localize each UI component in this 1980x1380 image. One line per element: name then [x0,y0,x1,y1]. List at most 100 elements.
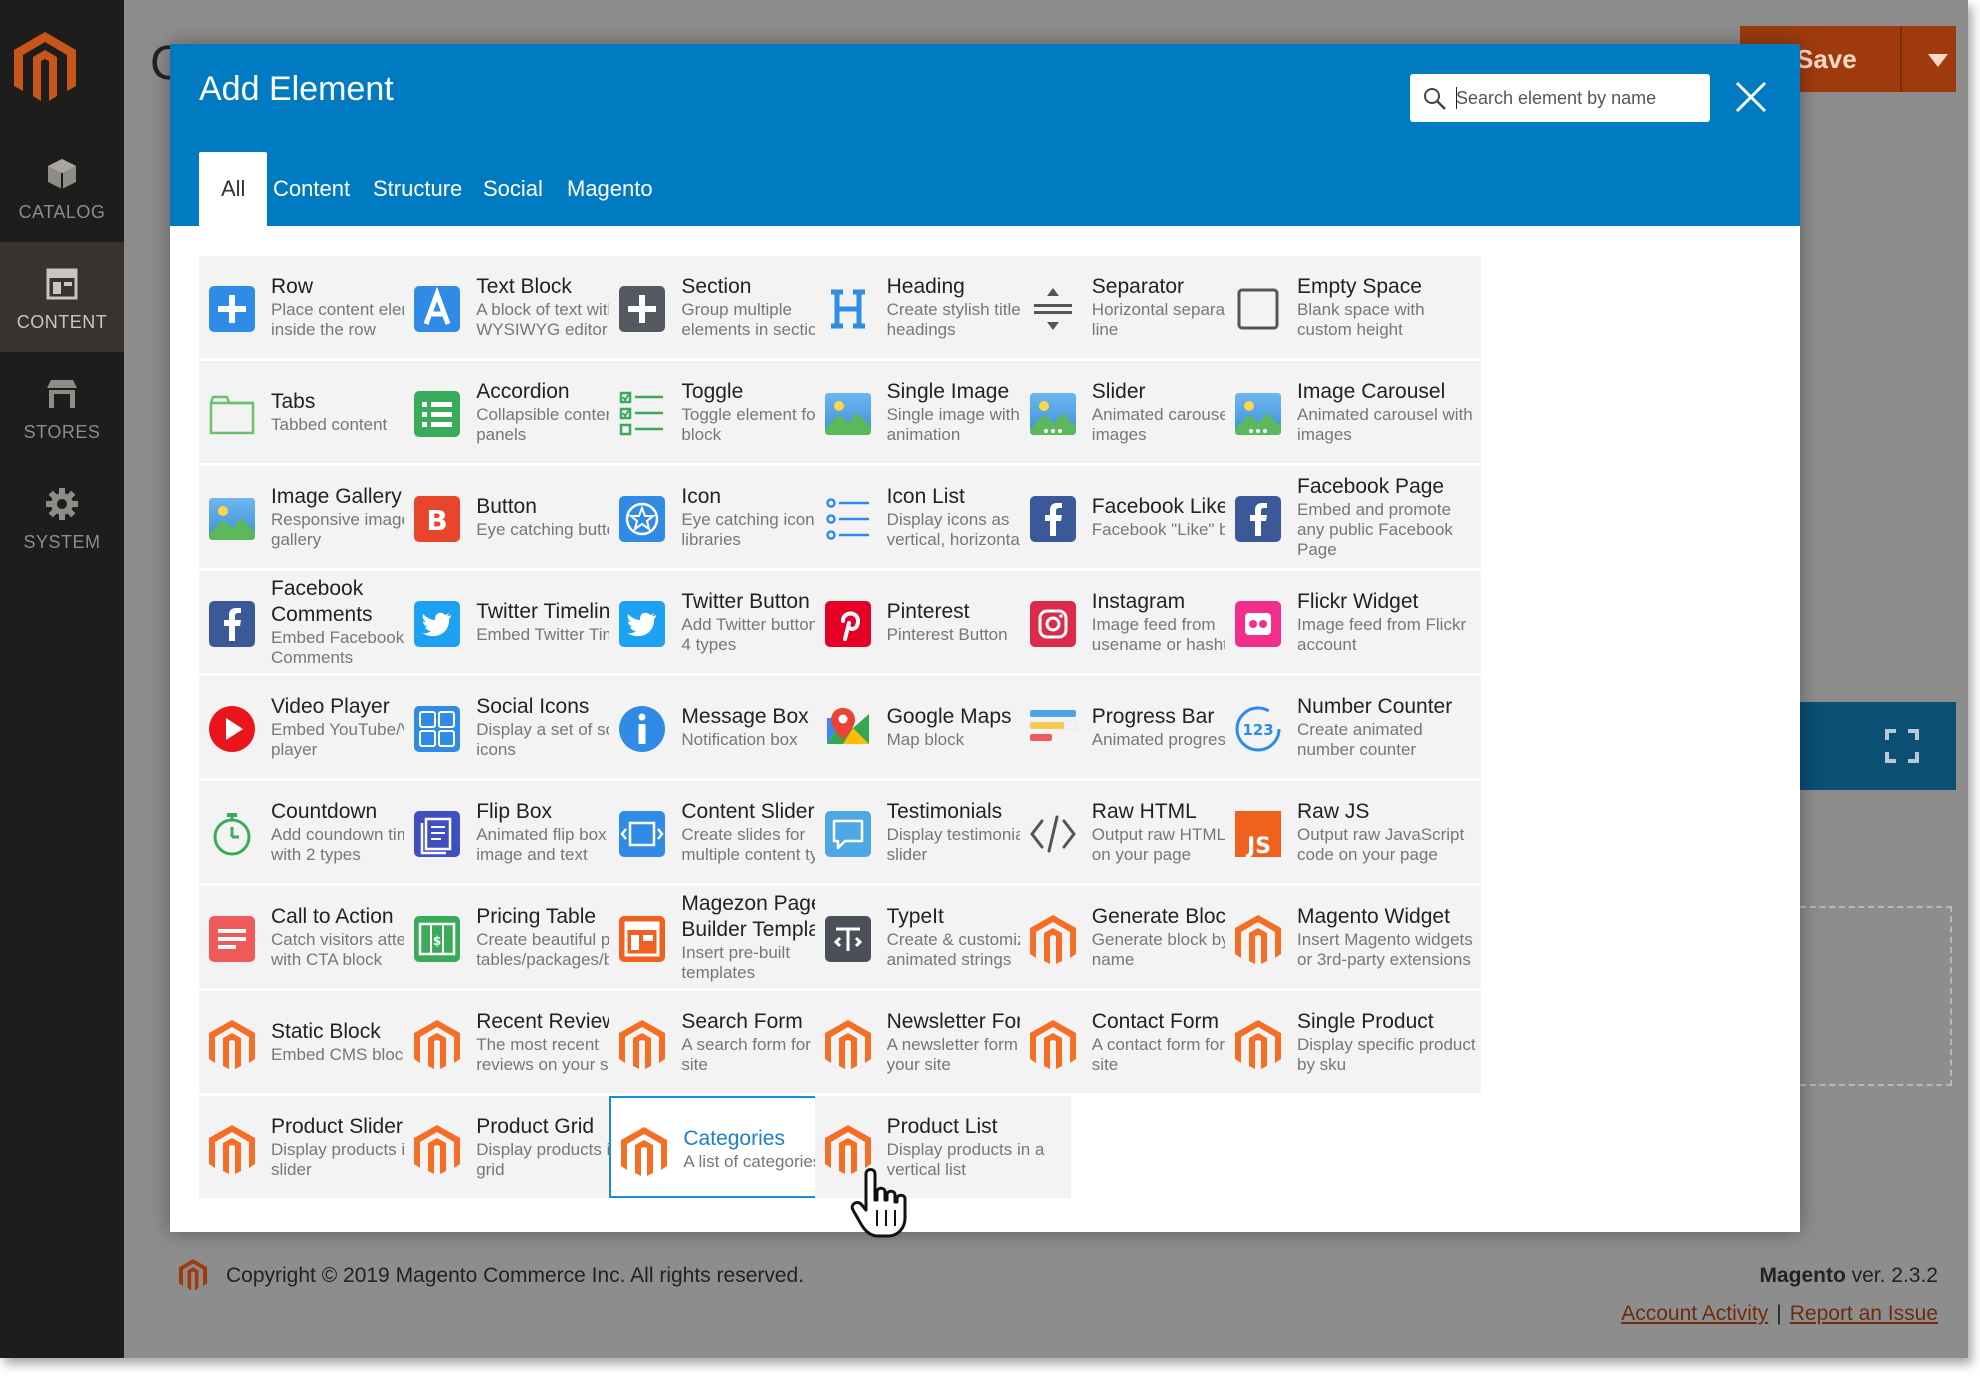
element-card-text: Single Product Display specific product b… [1297,1009,1481,1075]
tab-structure[interactable]: Structure [373,152,473,226]
magento-logo-icon [178,1259,208,1291]
sidebar-item-label: CONTENT [16,312,108,332]
save-split-divider [1900,26,1902,92]
add-element-modal: Add Element All Content Structure Social… [170,44,1800,1232]
typeit-icon [824,916,871,962]
close-icon[interactable] [1732,78,1770,116]
text-cursor [1456,87,1457,109]
element-card-raw-js[interactable]: JS Raw JS Output raw JavaScript code on yo… [1225,781,1481,883]
account-activity-link[interactable]: Account Activity [1621,1302,1768,1325]
element-card-facebook-page[interactable]: Facebook Page Embed and promote any publi… [1225,466,1481,568]
sidebar-item-label: CATALOG [18,202,106,222]
svg-text:123: 123 [1242,721,1273,739]
toggle-list-icon [620,391,664,436]
carousel-image-icon [1235,393,1281,435]
instagram-icon [1029,601,1076,647]
element-card-flickr-widget[interactable]: Flickr Widget Image feed from Flickr acco… [1225,571,1481,673]
element-card-text: Magento Widget Insert Magento widgets or … [1297,904,1481,970]
magento-logo-icon [1235,1020,1281,1069]
element-card-magento-widget[interactable]: Magento Widget Insert Magento widgets or … [1225,886,1481,988]
tabs-icon [209,395,255,435]
magento-logo-icon [619,1020,666,1069]
icon-list-icon [825,498,869,540]
element-description: Embed and promote any public Facebook Pa… [1297,500,1453,559]
button-b-icon: B [414,496,461,542]
magento-logo-icon [621,1127,668,1176]
element-description: Animated carousel with images [1297,405,1473,444]
tab-social[interactable]: Social [483,152,553,226]
admin-sidebar: CATALOG CONTENT STORES SYSTEM [0,0,124,1358]
sidebar-item-stores[interactable]: STORES [0,352,124,462]
cta-icon [209,916,255,962]
slider-image-icon [1029,393,1076,435]
element-description: Create animated number counter [1297,720,1423,759]
flickr-icon [1235,601,1281,647]
save-button-label: Save [1796,44,1857,74]
flip-box-icon [414,811,461,857]
progress-bar-icon [1029,710,1077,741]
magento-logo-icon[interactable] [12,30,78,104]
element-card-empty-space[interactable]: Empty Space Blank space with custom heigh… [1225,256,1481,358]
sidebar-item-system[interactable]: SYSTEM [0,462,124,572]
template-icon [619,916,666,962]
heading-h-icon [830,289,865,329]
link-separator: | [1776,1302,1782,1325]
facebook-icon [1029,496,1076,542]
magento-logo-icon [1029,1020,1076,1069]
sidebar-item-label: SYSTEM [23,532,101,552]
info-icon [619,706,666,752]
svg-text:$: $ [433,934,441,948]
separator-icon [1033,288,1072,330]
element-name: Product List [886,1115,998,1138]
element-name: Empty Space [1297,275,1422,298]
sidebar-item-label: STORES [23,422,101,442]
element-card-single-product[interactable]: Single Product Display specific product b… [1225,991,1481,1093]
sidebar-item-catalog[interactable]: CATALOG [0,132,124,242]
speech-bubble-icon [824,811,871,857]
facebook-icon [209,601,255,647]
text-a-icon [414,286,461,332]
store-icon [47,380,77,408]
brand-name: Magento [1759,1264,1846,1287]
element-card-image-carousel[interactable]: Image Carousel Animated carousel with ima… [1225,361,1481,463]
tab-magento[interactable]: Magento [567,152,667,226]
social-icons-icon [414,706,461,752]
gear-icon [46,488,78,520]
search-input[interactable] [1456,82,1696,114]
magento-logo-icon [824,1020,871,1069]
element-card-text: Number Counter Create animated number cou… [1297,694,1481,760]
element-card-text: Flickr Widget Image feed from Flickr acco… [1297,589,1481,655]
element-name: Image Carousel [1297,380,1446,403]
copyright-text: Copyright © 2019 Magento Commerce Inc. A… [226,1264,805,1287]
footer-links: Account Activity | Report an Issue [1621,1302,1938,1326]
sidebar-item-content[interactable]: CONTENT [0,242,124,352]
svg-text:B: B [427,504,448,537]
search-box[interactable] [1410,74,1710,122]
tab-all[interactable]: All [199,152,267,226]
hand-pointer-icon [850,1168,907,1238]
image-icon [824,393,871,435]
chevron-down-icon[interactable] [1928,54,1948,67]
magento-logo-icon [209,1125,255,1174]
version-number: ver. 2.3.2 [1845,1264,1938,1287]
element-description: Display specific product by sku [1297,1035,1476,1074]
magento-logo-icon [1235,915,1281,964]
accordion-icon [414,391,461,437]
admin-footer: Copyright © 2019 Magento Commerce Inc. A… [124,1250,1968,1358]
code-brackets-icon [1029,815,1076,853]
report-issue-link[interactable]: Report an Issue [1790,1302,1938,1325]
fullscreen-icon[interactable] [1884,728,1920,764]
element-name: Single Product [1297,1010,1434,1033]
element-card-text: Raw JS Output raw JavaScript code on your… [1297,799,1481,865]
pricing-table-icon: $ [414,916,461,962]
element-card-text: Facebook Page Embed and promote any publi… [1297,474,1481,560]
twitter-icon [619,601,666,647]
map-pin-icon [826,708,869,744]
element-name: Facebook Page [1297,475,1445,498]
magento-logo-icon [414,1125,461,1174]
element-card-number-counter[interactable]: 123 Number Counter Create animated number … [1225,676,1481,778]
plus-dark-icon [619,286,666,332]
gallery-image-icon [209,498,255,540]
tab-content[interactable]: Content [273,152,363,226]
element-description: Insert Magento widgets or 3rd-party exte… [1297,930,1473,969]
